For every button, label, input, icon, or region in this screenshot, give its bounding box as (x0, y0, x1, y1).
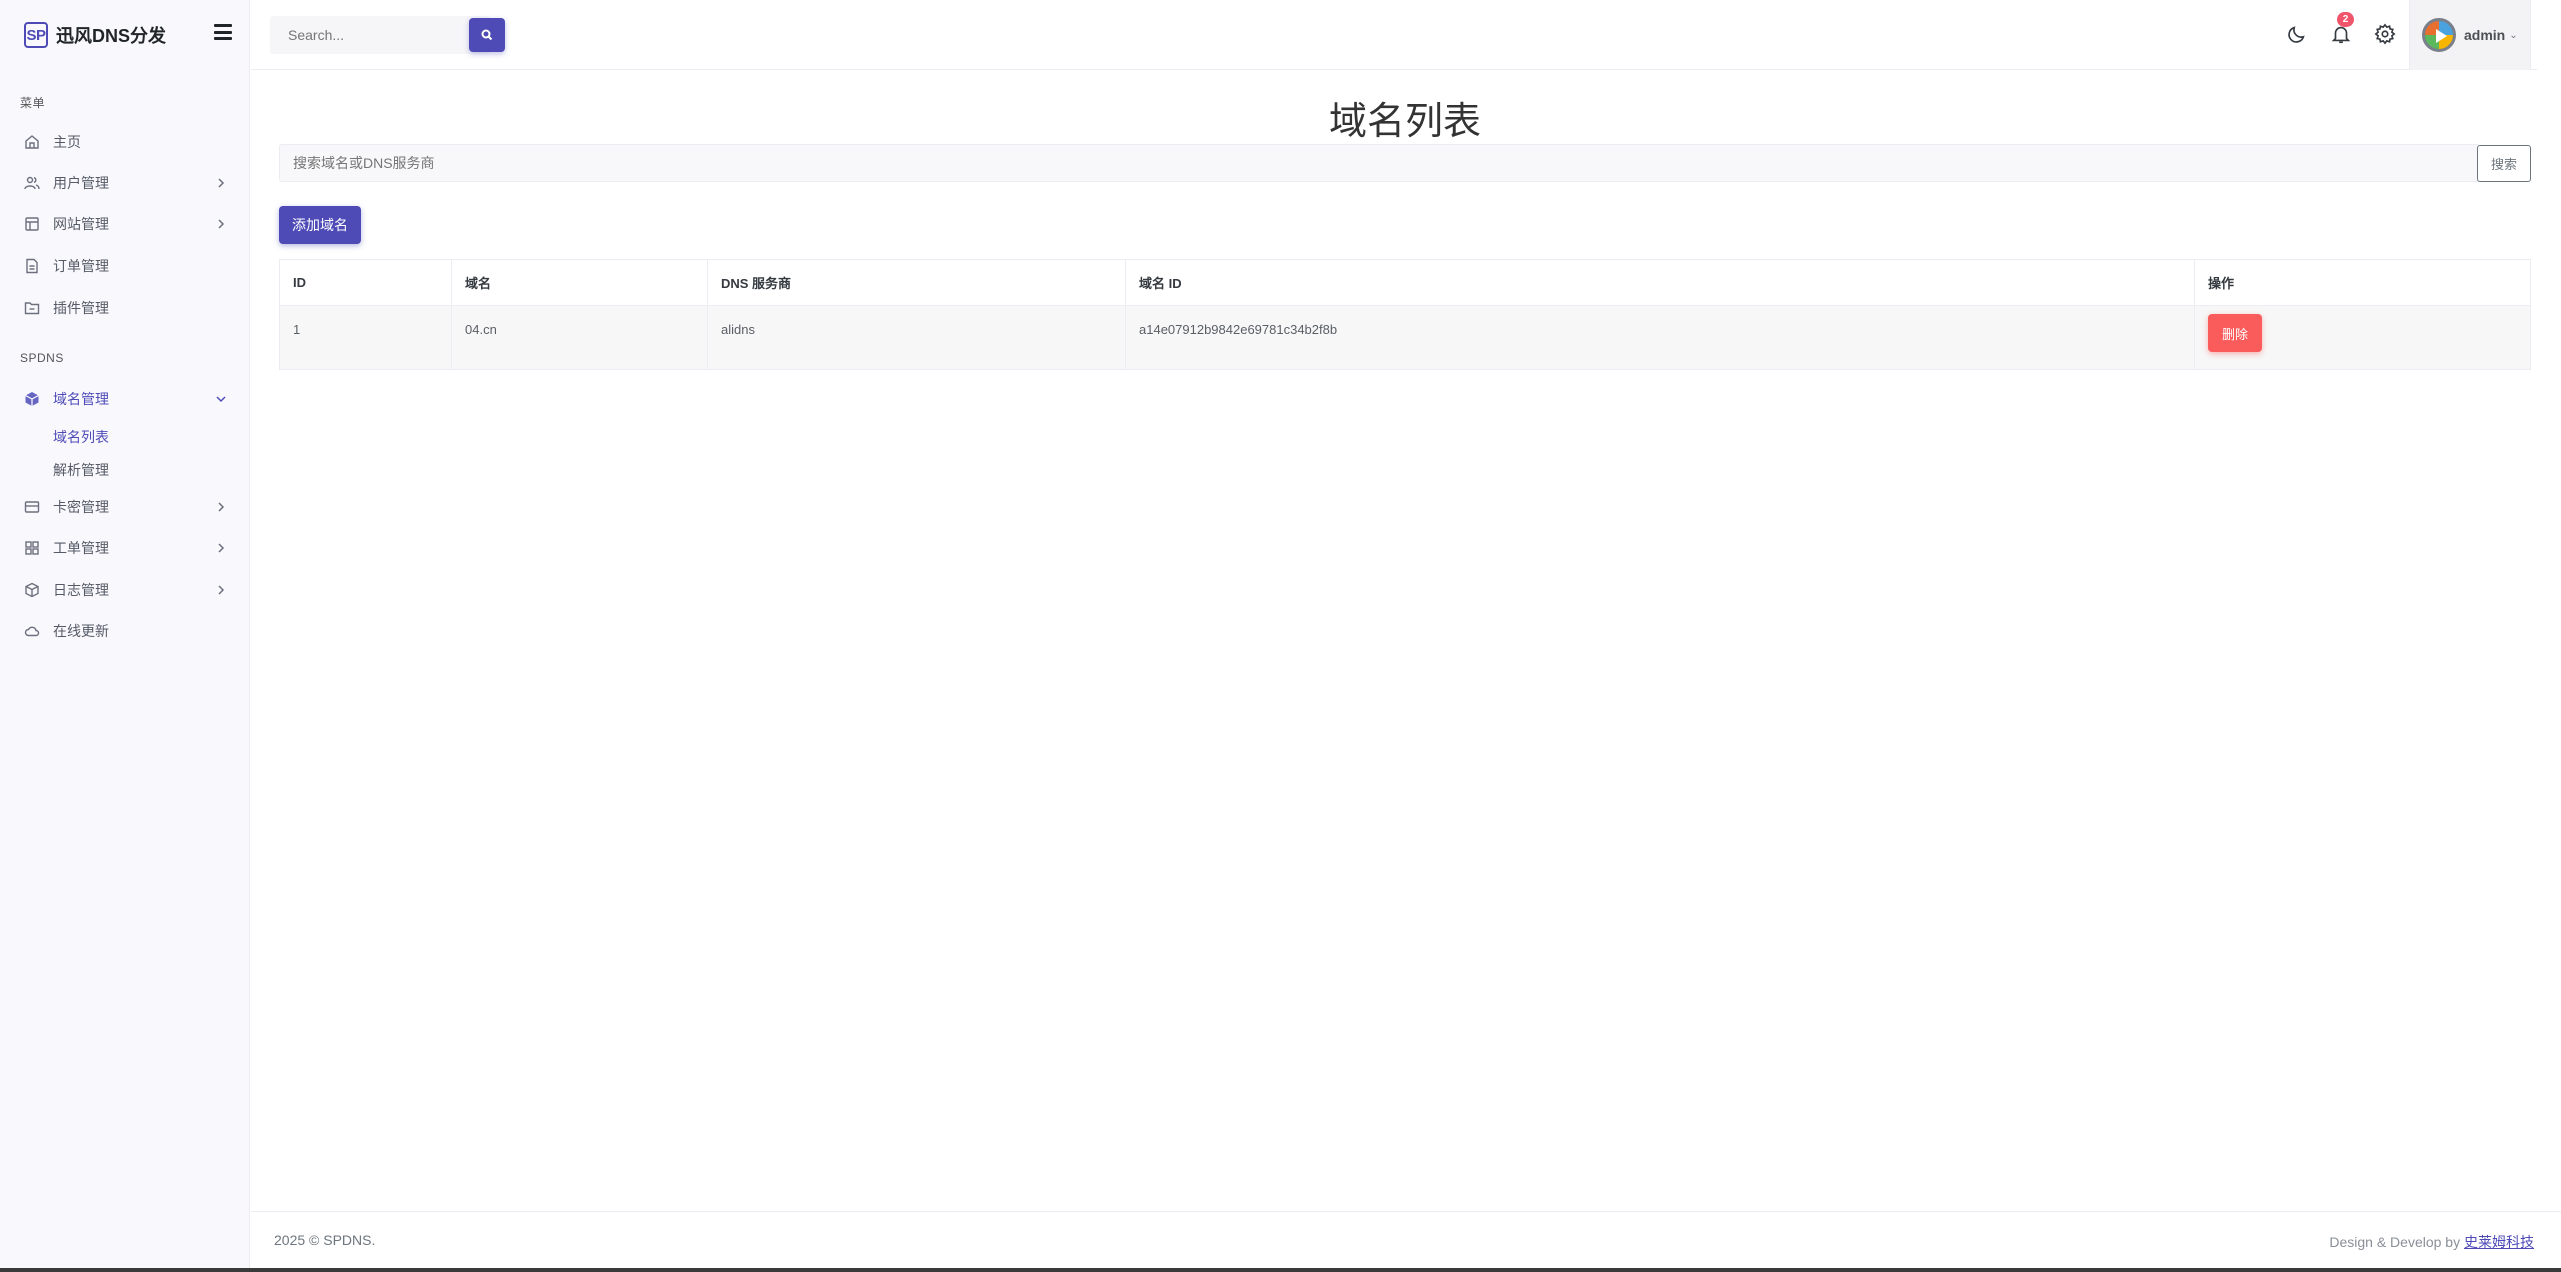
sidebar-item-label: 卡密管理 (53, 499, 109, 515)
sidebar-item-tickets[interactable]: 工单管理 (0, 530, 250, 566)
avatar (2422, 18, 2456, 52)
cell-actions: 删除 (2194, 305, 2531, 370)
sidebar-item-label: 在线更新 (53, 623, 109, 639)
grid-icon (25, 541, 39, 555)
cell-dns-provider: alidns (707, 305, 1126, 370)
box-icon (25, 582, 39, 598)
page-right-gutter (2537, 0, 2561, 1268)
footer-copyright: 2025 © SPDNS. (274, 1232, 376, 1248)
user-name: admin (2464, 27, 2506, 43)
user-menu[interactable]: admin ⌄ (2409, 0, 2531, 70)
sidebar-item-logs[interactable]: 日志管理 (0, 572, 250, 608)
table-header-row: ID 域名 DNS 服务商 域名 ID 操作 (279, 259, 2531, 306)
filter-search-button[interactable]: 搜索 (2477, 145, 2531, 182)
chevron-down-icon: ⌄ (2509, 29, 2518, 41)
users-icon (24, 176, 40, 190)
sidebar-item-websites[interactable]: 网站管理 (0, 206, 250, 242)
sidebar-item-label: 工单管理 (53, 540, 109, 556)
window-bottom-edge (0, 1268, 2561, 1272)
sidebar-item-updates[interactable]: 在线更新 (0, 613, 250, 649)
gear-icon[interactable] (2374, 23, 2396, 45)
sidebar-item-cards[interactable]: 卡密管理 (0, 489, 250, 525)
sidebar-item-label: 网站管理 (53, 216, 109, 232)
chevron-right-icon (218, 219, 225, 229)
global-search-input[interactable] (270, 16, 445, 54)
column-header-id: ID (279, 259, 452, 306)
delete-button[interactable]: 删除 (2208, 314, 2262, 352)
sidebar-item-label: 日志管理 (53, 582, 109, 598)
sidebar-item-label: 订单管理 (53, 258, 109, 274)
sidebar-item-label: 域名管理 (53, 391, 109, 407)
chevron-right-icon (218, 178, 225, 188)
chevron-right-icon (218, 543, 225, 553)
notification-badge: 2 (2337, 12, 2354, 27)
brand[interactable]: SP 迅风DNS分发 (24, 20, 166, 50)
sidebar-item-label: 主页 (53, 134, 81, 150)
chevron-right-icon (218, 585, 225, 595)
footer: 2025 © SPDNS. Design & Develop by 史莱姆科技 (251, 1211, 2561, 1268)
column-header-dns-provider: DNS 服务商 (707, 259, 1126, 306)
cell-domain-id: a14e07912b9842e69781c34b2f8b (1125, 305, 2195, 370)
cell-id: 1 (279, 305, 452, 370)
sidebar-item-home[interactable]: 主页 (0, 124, 250, 160)
layout-icon (25, 217, 39, 231)
global-search-button[interactable] (469, 18, 505, 52)
add-domain-button[interactable]: 添加域名 (279, 206, 361, 244)
sidebar-item-domains[interactable]: 域名管理 (0, 381, 250, 417)
section-title-spdns: SPDNS (20, 351, 64, 365)
credit-card-icon (24, 501, 40, 513)
footer-credit-link[interactable]: 史莱姆科技 (2464, 1234, 2534, 1250)
sidebar-subitem-domain-list[interactable]: 域名列表 (53, 427, 109, 447)
topbar (251, 0, 2561, 70)
sidebar-item-plugins[interactable]: 插件管理 (0, 290, 250, 326)
column-header-domain: 域名 (451, 259, 708, 306)
menu-toggle-icon[interactable] (214, 24, 232, 40)
table-row: 1 04.cn alidns a14e07912b9842e69781c34b2… (279, 305, 2531, 370)
column-header-actions: 操作 (2194, 259, 2531, 306)
moon-icon[interactable] (2286, 23, 2308, 45)
sidebar-item-orders[interactable]: 订单管理 (0, 248, 250, 284)
folder-icon (24, 302, 40, 315)
cube-icon (25, 392, 39, 406)
home-icon (25, 135, 39, 149)
search-icon (481, 29, 493, 41)
footer-credit-text: Design & Develop by (2329, 1234, 2464, 1250)
sidebar-item-label: 插件管理 (53, 300, 109, 316)
domain-filter-input[interactable] (279, 144, 2479, 182)
section-title-menu: 菜单 (20, 96, 46, 110)
sidebar: SP 迅风DNS分发 菜单 主页 用户管理 网站管理 订单管理 插件管理 SPD… (0, 0, 250, 1268)
footer-credit: Design & Develop by 史莱姆科技 (2329, 1232, 2534, 1252)
sidebar-subitem-dns-records[interactable]: 解析管理 (53, 460, 109, 480)
sidebar-item-users[interactable]: 用户管理 (0, 165, 250, 201)
cloud-icon (24, 626, 40, 637)
chevron-down-icon (216, 396, 226, 403)
column-header-domain-id: 域名 ID (1125, 259, 2195, 306)
brand-name: 迅风DNS分发 (56, 26, 167, 46)
chevron-right-icon (218, 502, 225, 512)
sidebar-item-label: 用户管理 (53, 175, 109, 191)
brand-logo: SP (24, 22, 48, 48)
domain-table: ID 域名 DNS 服务商 域名 ID 操作 1 04.cn alidns a1… (279, 259, 2531, 370)
file-icon (26, 258, 38, 274)
page-title: 域名列表 (1328, 101, 1481, 143)
global-search (270, 16, 505, 54)
cell-domain: 04.cn (451, 305, 708, 370)
